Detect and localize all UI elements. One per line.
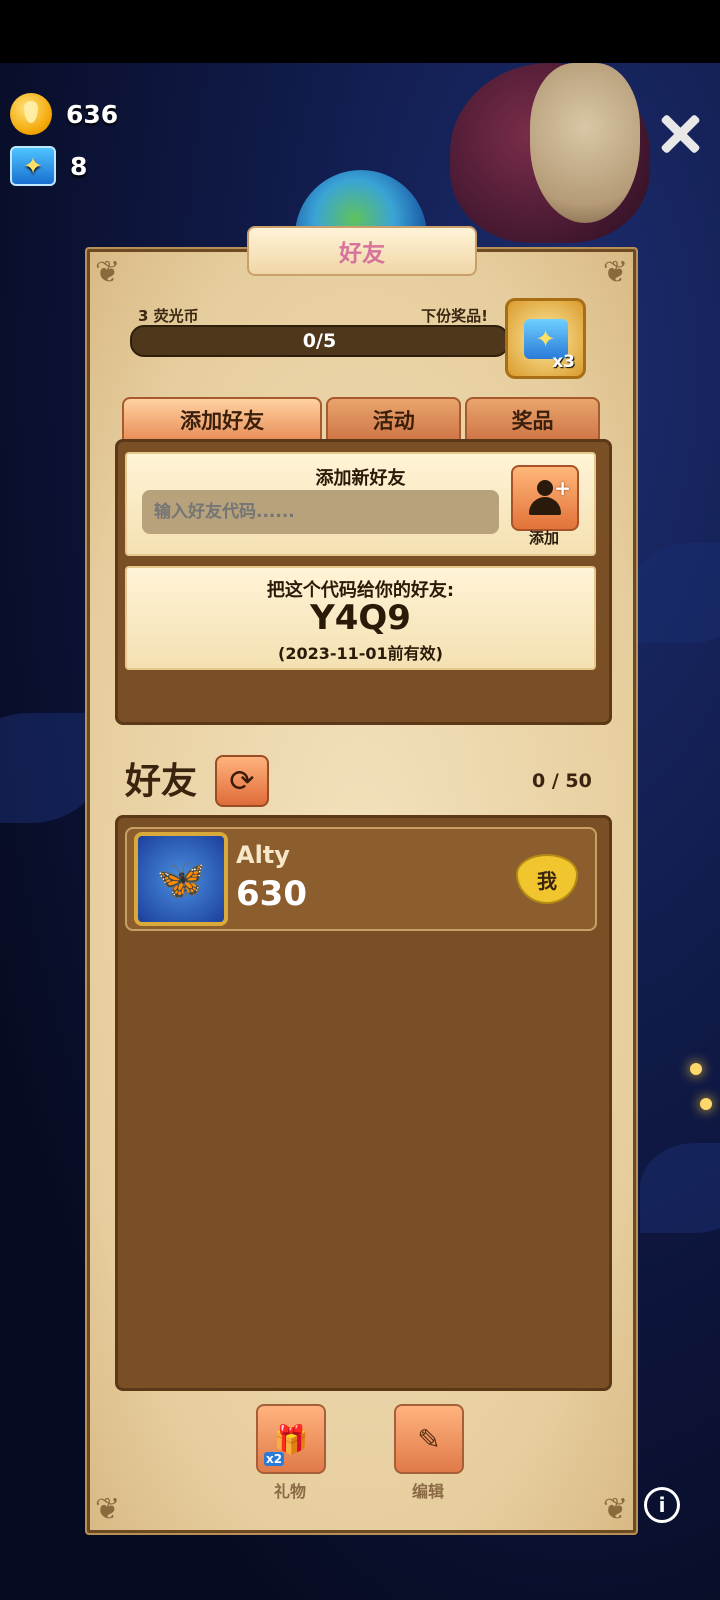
add-person-icon: + [527,476,571,516]
coin-icon [10,93,52,135]
refresh-button[interactable]: ⟳ [215,755,269,807]
corner-ornament-icon: ❦ [602,255,628,290]
butterfly-count: 8 [70,151,88,181]
coin-counter: 636 [10,93,118,135]
progress-labels: 3 荧光币 下份奖品! [138,305,488,326]
info-button[interactable]: i [644,1487,680,1523]
corner-ornament-icon: ❦ [602,1492,628,1527]
next-reward-label: 下份奖品! [421,307,488,325]
me-badge-label: 我 [537,868,557,893]
panel-title: 好友 [339,241,385,267]
friends-section-title: 好友 [125,761,198,802]
corner-ornament-icon: ❦ [95,1492,121,1527]
code-validity: (2023-11-01前有效) [278,644,443,663]
title-ribbon: 好友 [247,226,477,276]
firefly-decoration [690,1063,702,1075]
friend-code: Y4Q9 [310,598,411,638]
gift-button[interactable]: 🎁 x2 [256,1404,326,1474]
pencil-icon: ✎ [417,1422,441,1456]
friend-score: 630 [236,874,307,914]
avatar: 🦋 [134,832,228,926]
add-friend-button[interactable]: + [511,465,579,531]
friend-code-input[interactable] [142,490,499,534]
add-button-label: 添加 [528,529,559,547]
friend-count: 0 / 50 [532,770,592,792]
share-code-card: 把这个代码给你的好友: Y4Q9 (2023-11-01前有效) [125,566,596,670]
reward-currency-label: 3 荧光币 [138,307,199,325]
tab-label: 奖品 [511,409,554,433]
close-button[interactable] [658,112,702,156]
firefly-decoration [700,1098,712,1110]
reward-chest-button[interactable]: ✦ x3 [505,298,586,379]
reward-multiplier: x3 [552,352,575,372]
gift-label: 礼物 [273,1482,306,1501]
tab-add-friend[interactable]: 添加好友 [122,397,323,441]
info-icon: i [658,1493,666,1517]
bird-icon: 🦋 [156,856,206,903]
progress-bar: 0/5 [130,325,509,357]
leaf-decoration [640,1143,720,1233]
progress-value: 0/5 [302,330,337,352]
tab-label: 活动 [372,409,415,433]
coin-count: 636 [66,99,119,129]
status-bar [0,0,720,63]
corner-ornament-icon: ❦ [95,255,121,290]
leaf-decoration [630,543,720,643]
refresh-icon: ⟳ [229,763,255,799]
gift-badge: x2 [264,1452,285,1466]
edit-button[interactable]: ✎ [394,1404,464,1474]
butterfly-icon: ✦ [10,146,56,186]
tab-activity[interactable]: 活动 [326,397,462,441]
gift-icon: 🎁 [273,1422,309,1456]
friend-name: Alty [236,841,290,869]
owl-decoration [530,63,640,223]
tab-rewards[interactable]: 奖品 [465,397,600,441]
tab-bar: 添加好友 活动 奖品 [122,397,600,441]
edit-label: 编辑 [411,1482,444,1501]
tab-label: 添加好友 [180,409,265,433]
butterfly-counter: ✦ 8 [10,146,87,186]
